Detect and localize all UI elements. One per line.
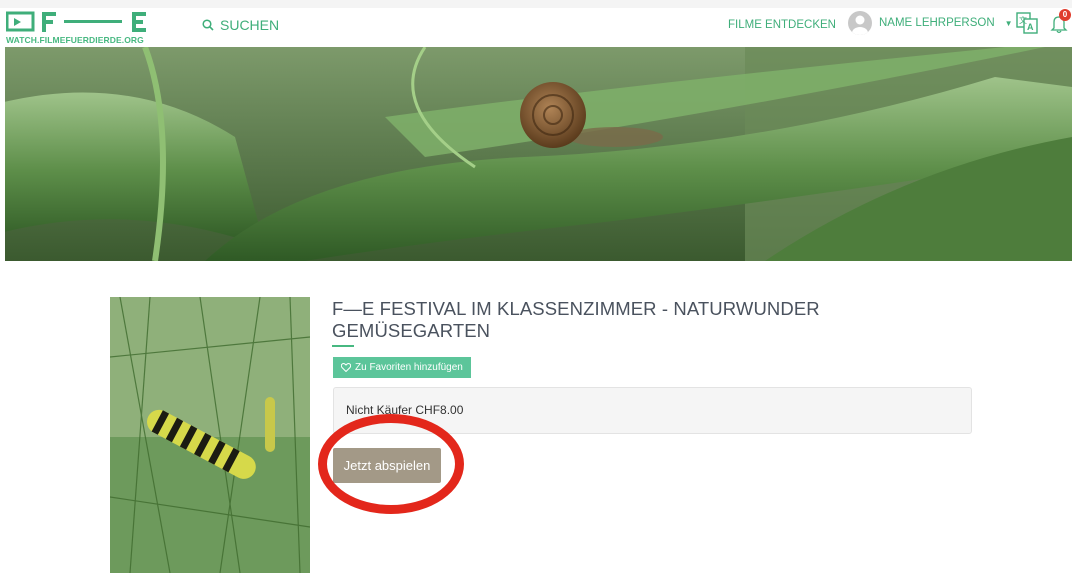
top-navbar: WATCH.FILMEFUERDIERDE.ORG SUCHEN FILME E… <box>0 8 1072 46</box>
svg-text:A: A <box>1027 22 1034 32</box>
film-title-line1: F—E FESTIVAL IM KLASSENZIMMER - NATURWUN… <box>332 298 820 319</box>
search-label: SUCHEN <box>220 17 280 33</box>
user-avatar-icon <box>848 11 872 35</box>
play-now-button[interactable]: Jetzt abspielen <box>333 448 441 483</box>
search-link[interactable]: SUCHEN <box>202 17 279 33</box>
hero-image <box>5 47 1072 261</box>
language-icon[interactable]: 文 A <box>1016 12 1038 34</box>
add-to-favorites-button[interactable]: Zu Favoriten hinzufügen <box>333 357 471 378</box>
price-panel: Nicht Käufer CHF8.00 <box>333 387 972 434</box>
film-title-line2: GEMÜSEGARTEN <box>332 320 491 341</box>
notification-badge: 0 <box>1059 9 1071 21</box>
film-title: F—E FESTIVAL IM KLASSENZIMMER - NATURWUN… <box>332 298 852 342</box>
price-text: Nicht Käufer CHF8.00 <box>346 403 464 417</box>
nav-discover-films[interactable]: FILME ENTDECKEN <box>728 19 836 31</box>
heart-icon <box>341 363 351 372</box>
add-to-favorites-label: Zu Favoriten hinzufügen <box>355 362 463 373</box>
logo-mark-icon <box>5 11 146 32</box>
search-icon <box>202 19 214 31</box>
site-logo[interactable]: WATCH.FILMEFUERDIERDE.ORG <box>5 10 156 46</box>
logo-url-text: WATCH.FILMEFUERDIERDE.ORG <box>6 35 144 45</box>
top-border <box>0 0 1072 8</box>
film-poster-image <box>110 297 310 573</box>
user-menu[interactable]: NAME LEHRPERSON ▼ <box>848 11 1013 35</box>
user-name: NAME LEHRPERSON <box>879 17 995 29</box>
title-underline <box>332 345 354 347</box>
notifications-button[interactable]: 0 <box>1050 9 1071 36</box>
caret-down-icon: ▼ <box>1004 18 1013 28</box>
svg-text:文: 文 <box>1019 15 1027 25</box>
